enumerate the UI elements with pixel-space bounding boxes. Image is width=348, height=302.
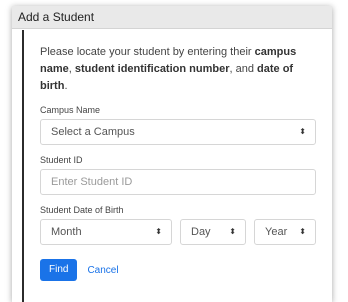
dob-field-group: Student Date of Birth Month ⬍ Day ⬍ Year… [40,205,318,245]
instructions-text: Please locate your student by entering t… [40,44,318,95]
add-student-dialog: Add a Student Please locate your student… [12,6,332,302]
dob-day-select[interactable]: Day ⬍ [180,219,246,245]
dialog-title: Add a Student [12,6,332,29]
campus-select-value: Select a Campus [51,126,135,138]
instructions-part: Please locate your student by entering t… [40,46,255,58]
dob-label: Student Date of Birth [40,205,124,215]
up-down-chevron-icon: ⬍ [299,227,306,236]
student-id-field-group: Student ID Enter Student ID [40,155,318,195]
dob-month-select[interactable]: Month ⬍ [40,219,172,245]
instructions-part: , and [229,63,258,75]
campus-label: Campus Name [40,105,101,115]
instructions-part: . [64,80,68,92]
student-id-label: Student ID [40,155,83,165]
dob-year-value: Year [265,226,288,238]
instructions-emphasis: student identification number [74,63,230,75]
dob-day-value: Day [191,226,211,238]
dob-year-select[interactable]: Year ⬍ [254,219,316,245]
dialog-actions: Find Cancel [40,259,318,281]
up-down-chevron-icon: ⬍ [155,227,162,236]
student-id-input[interactable]: Enter Student ID [40,169,316,195]
up-down-chevron-icon: ⬍ [229,227,236,236]
student-id-placeholder: Enter Student ID [51,176,133,188]
cancel-link[interactable]: Cancel [87,265,118,276]
dob-month-value: Month [51,226,82,238]
dialog-body: Please locate your student by entering t… [22,30,332,302]
find-button[interactable]: Find [40,259,78,281]
campus-select[interactable]: Select a Campus ⬍ [40,119,316,145]
campus-field-group: Campus Name Select a Campus ⬍ [40,105,318,145]
dob-row: Month ⬍ Day ⬍ Year ⬍ [40,219,318,245]
up-down-chevron-icon: ⬍ [299,127,306,136]
